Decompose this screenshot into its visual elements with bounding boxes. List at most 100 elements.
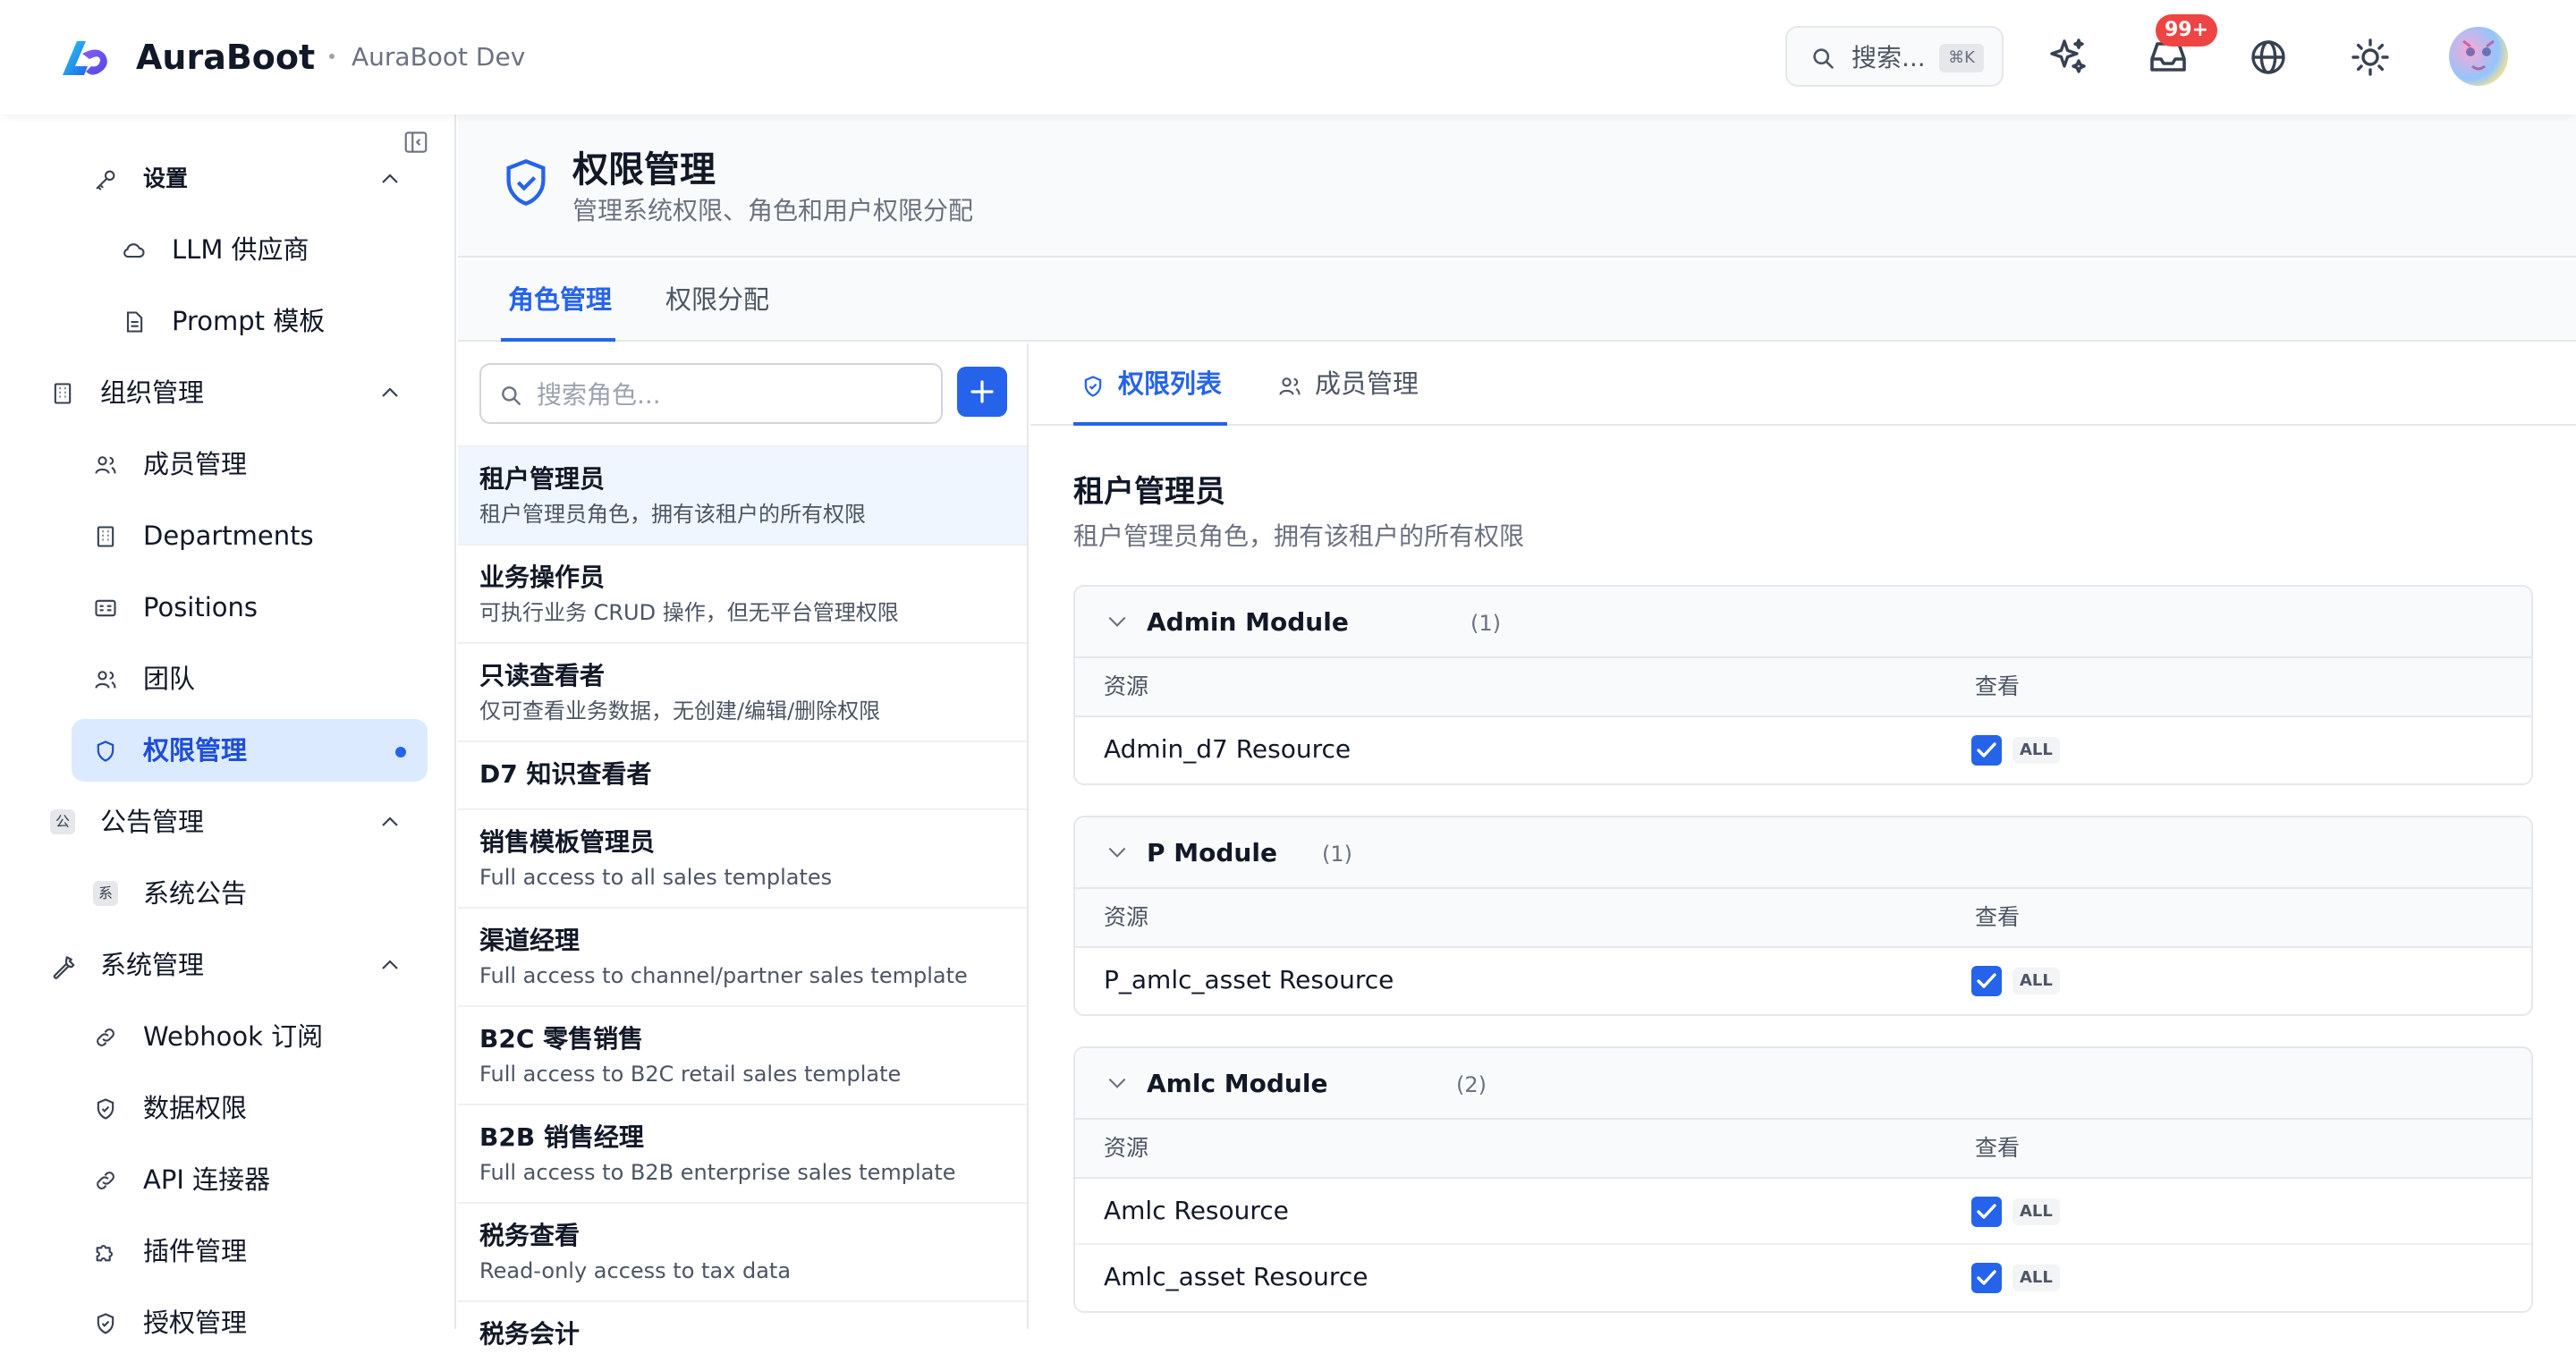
user-avatar[interactable] [2449,27,2508,86]
plus-icon [970,380,994,403]
role-name: 销售模板管理员 [479,827,656,857]
check-icon [1977,742,1996,757]
sidebar-group-organization[interactable]: 组织管理 [36,361,429,424]
sidebar-group-announcements[interactable]: 公 公告管理 [36,791,429,853]
role-description: Full access to B2B enterprise sales temp… [479,1160,956,1185]
sidebar-item-label: 系统公告 [143,878,248,909]
file-icon [126,311,143,333]
search-label: 搜索... [1852,43,1926,72]
module-name: Admin Module [1147,607,1349,637]
sidebar-item-llm-providers[interactable]: LLM 供应商 [98,218,429,281]
view-permission-checkbox[interactable] [1971,1197,2002,1227]
link-icon [97,1172,114,1189]
module-header[interactable]: P Module (1) [1075,817,2531,889]
chevron-up-icon[interactable] [379,171,401,187]
search-icon [502,386,521,405]
link-icon [97,1028,114,1046]
tab-permission-list[interactable]: 权限列表 [1080,365,1224,404]
role-item-tax-viewer[interactable]: 税务查看 Read-only access to tax data [458,1202,1027,1300]
chevron-up-icon[interactable] [379,385,401,401]
scope-tag[interactable]: ALL [2012,968,2060,994]
module-count: (1) [1322,842,1352,867]
role-item-tax-accountant[interactable]: 税务会计 [458,1300,1027,1354]
role-item-read-only-viewer[interactable]: 只读查看者 仅可查看业务数据，无创建/编辑/删除权限 [458,642,1027,740]
sidebar-item-data-permissions[interactable]: 数据权限 [72,1077,429,1139]
check-icon [1977,1204,1996,1219]
wrench-icon [53,956,75,979]
scope-tag[interactable]: ALL [2012,1265,2060,1291]
scope-tag[interactable]: ALL [2012,737,2060,764]
sidebar-group-system[interactable]: 系统管理 [36,934,429,996]
role-item-d7-knowledge-viewer[interactable]: D7 知识查看者 [458,740,1027,808]
sidebar-item-label: 团队 [143,664,196,694]
tab-permission-assignment[interactable]: 权限分配 [665,281,769,318]
table-row: Amlc_asset Resource ALL [1075,1245,2531,1311]
role-name: 渠道经理 [479,926,580,955]
id-card-icon [95,599,116,617]
tab-role-management[interactable]: 角色管理 [508,281,612,318]
role-name: B2C 零售销售 [479,1024,644,1054]
chevron-up-icon[interactable] [379,814,401,830]
sidebar-item-prompt-templates[interactable]: Prompt 模板 [98,290,429,352]
sparkles-icon[interactable] [2046,36,2089,79]
role-search-input[interactable] [537,376,930,413]
sidebar-item-settings[interactable]: 设置 [72,148,429,210]
shield-check-icon [97,1098,114,1120]
role-item-channel-manager[interactable]: 渠道经理 Full access to channel/partner sale… [458,907,1027,1005]
top-header: AuraBoot AuraBoot Dev 搜索... ⌘K 99+ [0,0,2576,114]
chevron-up-icon[interactable] [379,957,401,973]
sun-icon[interactable] [2349,36,2392,79]
sidebar-item-plugins[interactable]: 插件管理 [72,1220,429,1282]
detail-tabs: 权限列表 成员管理 [1030,343,2576,426]
page-title: 权限管理 [572,149,716,190]
role-item-b2c-retail-sales[interactable]: B2C 零售销售 Full access to B2C retail sales… [458,1005,1027,1104]
global-search-button[interactable]: 搜索... ⌘K [1785,26,2004,87]
search-shortcut: ⌘K [1939,44,1984,72]
sidebar-item-label: 数据权限 [143,1093,248,1123]
sidebar-item-departments[interactable]: Departments [72,504,429,567]
app-name[interactable]: AuraBoot [136,34,315,80]
sidebar-item-teams[interactable]: 团队 [72,647,429,710]
column-view: 查看 [1975,673,2021,699]
resource-name: Amlc_asset Resource [1104,1262,1368,1291]
tab-label: 成员管理 [1315,368,1419,399]
view-permission-checkbox[interactable] [1971,735,2002,766]
column-resource: 资源 [1104,1135,1149,1161]
key-icon [96,170,115,190]
view-permission-checkbox[interactable] [1971,1263,2002,1293]
app-logo[interactable] [59,36,111,79]
role-search-box[interactable] [479,363,943,424]
puzzle-icon [96,1244,114,1262]
announcement-icon: 公 [50,809,75,834]
sidebar-item-label: 组织管理 [100,377,205,408]
module-header[interactable]: Amlc Module (2) [1075,1048,2531,1120]
role-name: 租户管理员 [479,464,606,494]
cloud-icon [123,243,145,258]
notification-badge: 99+ [2156,14,2218,47]
view-permission-checkbox[interactable] [1971,966,2002,996]
module-header[interactable]: Admin Module (1) [1075,587,2531,658]
sidebar-item-webhooks[interactable]: Webhook 订阅 [72,1005,429,1068]
add-role-button[interactable] [957,367,1007,417]
module-card-amlc: Amlc Module (2) 资源 查看 Amlc Resource ALL … [1073,1046,2533,1313]
column-resource: 资源 [1104,673,1149,699]
role-item-tenant-admin[interactable]: 租户管理员 租户管理员角色，拥有该租户的所有权限 [458,445,1027,544]
role-item-b2b-sales-manager[interactable]: B2B 销售经理 Full access to B2B enterprise s… [458,1104,1027,1202]
sidebar-item-label: Webhook 订阅 [143,1021,324,1052]
table-row: Admin_d7 Resource ALL [1075,717,2531,783]
tab-member-management[interactable]: 成员管理 [1277,365,1420,404]
sidebar-item-permissions[interactable]: 权限管理 [72,719,428,782]
sidebar-item-api-connectors[interactable]: API 连接器 [72,1148,429,1211]
role-item-business-operator[interactable]: 业务操作员 可执行业务 CRUD 操作，但无平台管理权限 [458,544,1027,642]
table-header: 资源 查看 [1075,658,2531,717]
scope-tag[interactable]: ALL [2012,1198,2060,1225]
sidebar-item-positions[interactable]: Positions [72,576,429,639]
sidebar-item-authorization[interactable]: 授权管理 [72,1291,429,1354]
globe-icon[interactable] [2247,36,2290,79]
role-name: 税务会计 [479,1319,580,1349]
role-list: 租户管理员 租户管理员角色，拥有该租户的所有权限 业务操作员 可执行业务 CRU… [458,445,1027,1354]
sidebar-item-label: 插件管理 [143,1236,248,1266]
sidebar-item-members[interactable]: 成员管理 [72,433,429,495]
role-item-sales-template-admin[interactable]: 销售模板管理员 Full access to all sales templat… [458,808,1027,907]
sidebar-item-system-announcements[interactable]: 系 系统公告 [72,862,429,925]
